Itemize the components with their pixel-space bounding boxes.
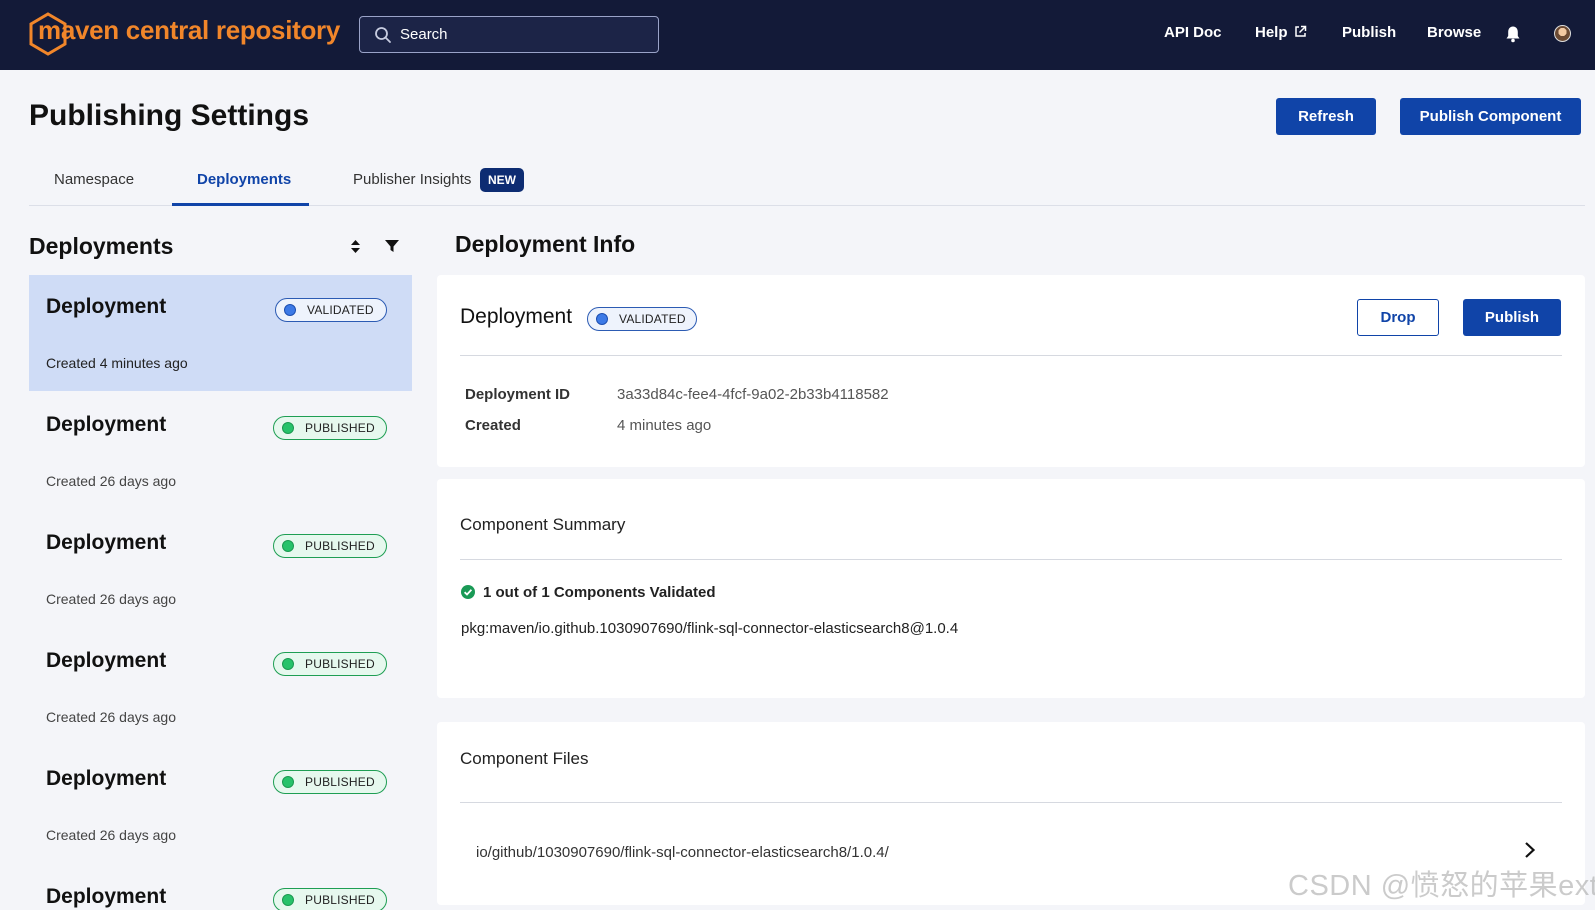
page-title: Publishing Settings: [29, 99, 310, 132]
deployment-info-title: Deployment Info: [455, 231, 636, 257]
avatar[interactable]: [1554, 25, 1571, 42]
new-badge: NEW: [480, 168, 524, 192]
created-label: Created: [465, 417, 521, 434]
settings-tabs: Namespace Deployments Publisher Insights…: [29, 158, 1585, 206]
deployment-created: Created 26 days ago: [46, 827, 176, 843]
csdn-watermark: CSDN @愤怒的苹果ext: [1288, 870, 1595, 902]
status-badge-label: VALIDATED: [307, 303, 374, 317]
status-badge: VALIDATED: [587, 307, 697, 331]
status-badge-label: PUBLISHED: [305, 421, 375, 435]
validated-count: 1 out of 1 Components Validated: [483, 584, 716, 601]
external-link-icon: [1294, 25, 1306, 37]
logo-text: maven central repository: [38, 15, 341, 45]
status-badge-label: PUBLISHED: [305, 657, 375, 671]
maven-central-logo[interactable]: maven central repository: [28, 12, 340, 56]
sort-icon[interactable]: [350, 239, 361, 254]
created-value: 4 minutes ago: [617, 417, 712, 434]
status-badge-label: PUBLISHED: [305, 893, 375, 907]
refresh-button[interactable]: Refresh: [1276, 98, 1376, 135]
nav-help-link[interactable]: Help: [1255, 24, 1307, 41]
nav-help-label: Help: [1255, 24, 1288, 41]
deployment-name: Deployment: [46, 885, 167, 908]
deployment-name: Deployment: [46, 767, 167, 790]
deployment-list-item[interactable]: Deployment PUBLISHED Created 26 days ago: [29, 393, 412, 509]
publish-component-button[interactable]: Publish Component: [1400, 98, 1581, 135]
status-badge: PUBLISHED: [273, 652, 387, 676]
check-circle-icon: [461, 585, 475, 599]
divider: [460, 355, 1562, 356]
status-badge-label: PUBLISHED: [305, 539, 375, 553]
status-dot-icon: [282, 894, 294, 906]
deployment-name: Deployment: [46, 531, 167, 554]
status-dot-icon: [282, 776, 294, 788]
status-dot-icon: [282, 422, 294, 434]
status-badge: PUBLISHED: [273, 888, 387, 910]
status-badge: PUBLISHED: [273, 416, 387, 440]
deployment-created: Created 4 minutes ago: [46, 355, 188, 371]
status-dot-icon: [282, 540, 294, 552]
status-badge-label: VALIDATED: [619, 312, 686, 326]
top-navigation-bar: maven central repository API Doc Help Pu…: [0, 0, 1595, 70]
nav-api-doc-link[interactable]: API Doc: [1164, 24, 1222, 41]
nav-publish-link[interactable]: Publish: [1342, 24, 1396, 41]
status-badge-label: PUBLISHED: [305, 775, 375, 789]
tab-deployments[interactable]: Deployments: [197, 171, 291, 188]
status-dot-icon: [596, 313, 608, 325]
deployment-created: Created 26 days ago: [46, 591, 176, 607]
status-dot-icon: [282, 658, 294, 670]
component-summary-card: Component Summary 1 out of 1 Components …: [437, 479, 1585, 698]
deployment-name: Deployment: [46, 295, 167, 318]
divider: [460, 559, 1562, 560]
active-tab-indicator: [172, 203, 309, 206]
component-purl: pkg:maven/io.github.1030907690/flink-sql…: [461, 620, 959, 637]
component-summary-title: Component Summary: [460, 515, 626, 534]
deployment-heading: Deployment: [460, 305, 573, 328]
deployment-list-item[interactable]: Deployment PUBLISHED: [29, 865, 412, 910]
deployment-list-item[interactable]: Deployment PUBLISHED Created 26 days ago: [29, 511, 412, 627]
tab-namespace[interactable]: Namespace: [54, 171, 134, 188]
component-files-title: Component Files: [460, 749, 589, 768]
deployment-id-label: Deployment ID: [465, 386, 571, 403]
search-input[interactable]: [400, 26, 640, 43]
status-badge: VALIDATED: [275, 298, 387, 322]
status-badge: PUBLISHED: [273, 770, 387, 794]
deployment-list-item[interactable]: Deployment PUBLISHED Created 26 days ago: [29, 747, 412, 863]
chevron-right-icon[interactable]: [1524, 841, 1536, 859]
search-box[interactable]: [359, 16, 659, 53]
deployments-list-title: Deployments: [29, 233, 174, 259]
deployment-name: Deployment: [46, 413, 167, 436]
divider: [460, 802, 1562, 803]
tab-publisher-insights[interactable]: Publisher Insights: [353, 171, 471, 188]
deployment-created: Created 26 days ago: [46, 709, 176, 725]
deployment-created: Created 26 days ago: [46, 473, 176, 489]
status-badge: PUBLISHED: [273, 534, 387, 558]
deployment-id-value: 3a33d84c-fee4-4fcf-9a02-2b33b4118582: [617, 386, 889, 403]
file-path-item[interactable]: io/github/1030907690/flink-sql-connector…: [476, 844, 889, 861]
bell-icon[interactable]: [1505, 25, 1521, 43]
deployment-name: Deployment: [46, 649, 167, 672]
deployment-info-card: Deployment VALIDATED Drop Publish Deploy…: [437, 275, 1585, 467]
deployment-list-item[interactable]: Deployment VALIDATED Created 4 minutes a…: [29, 275, 412, 391]
status-dot-icon: [284, 304, 296, 316]
drop-button[interactable]: Drop: [1357, 299, 1439, 336]
nav-browse-link[interactable]: Browse: [1427, 24, 1481, 41]
publish-button[interactable]: Publish: [1463, 299, 1561, 336]
deployment-list-item[interactable]: Deployment PUBLISHED Created 26 days ago: [29, 629, 412, 745]
filter-icon[interactable]: [384, 239, 400, 253]
search-icon: [375, 26, 391, 43]
